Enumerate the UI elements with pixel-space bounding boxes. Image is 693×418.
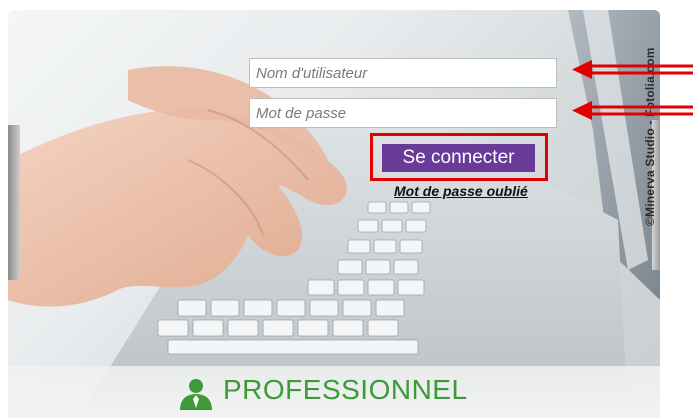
login-button[interactable]: Se connecter: [382, 144, 535, 172]
username-input[interactable]: [249, 58, 557, 88]
login-button-highlight: Se connecter: [370, 133, 548, 181]
photo-edge-shadow: [8, 125, 20, 280]
password-input[interactable]: [249, 98, 557, 128]
forgot-password-link[interactable]: Mot de passe oublié: [394, 183, 528, 199]
login-page: ©Minerva Studio - Fotolia.com Se connect…: [0, 0, 693, 418]
arrow-left-icon: [572, 101, 693, 120]
portal-label[interactable]: PROFESSIONNEL: [223, 374, 468, 406]
user-icon: [180, 379, 212, 410]
arrow-left-icon: [572, 60, 693, 79]
